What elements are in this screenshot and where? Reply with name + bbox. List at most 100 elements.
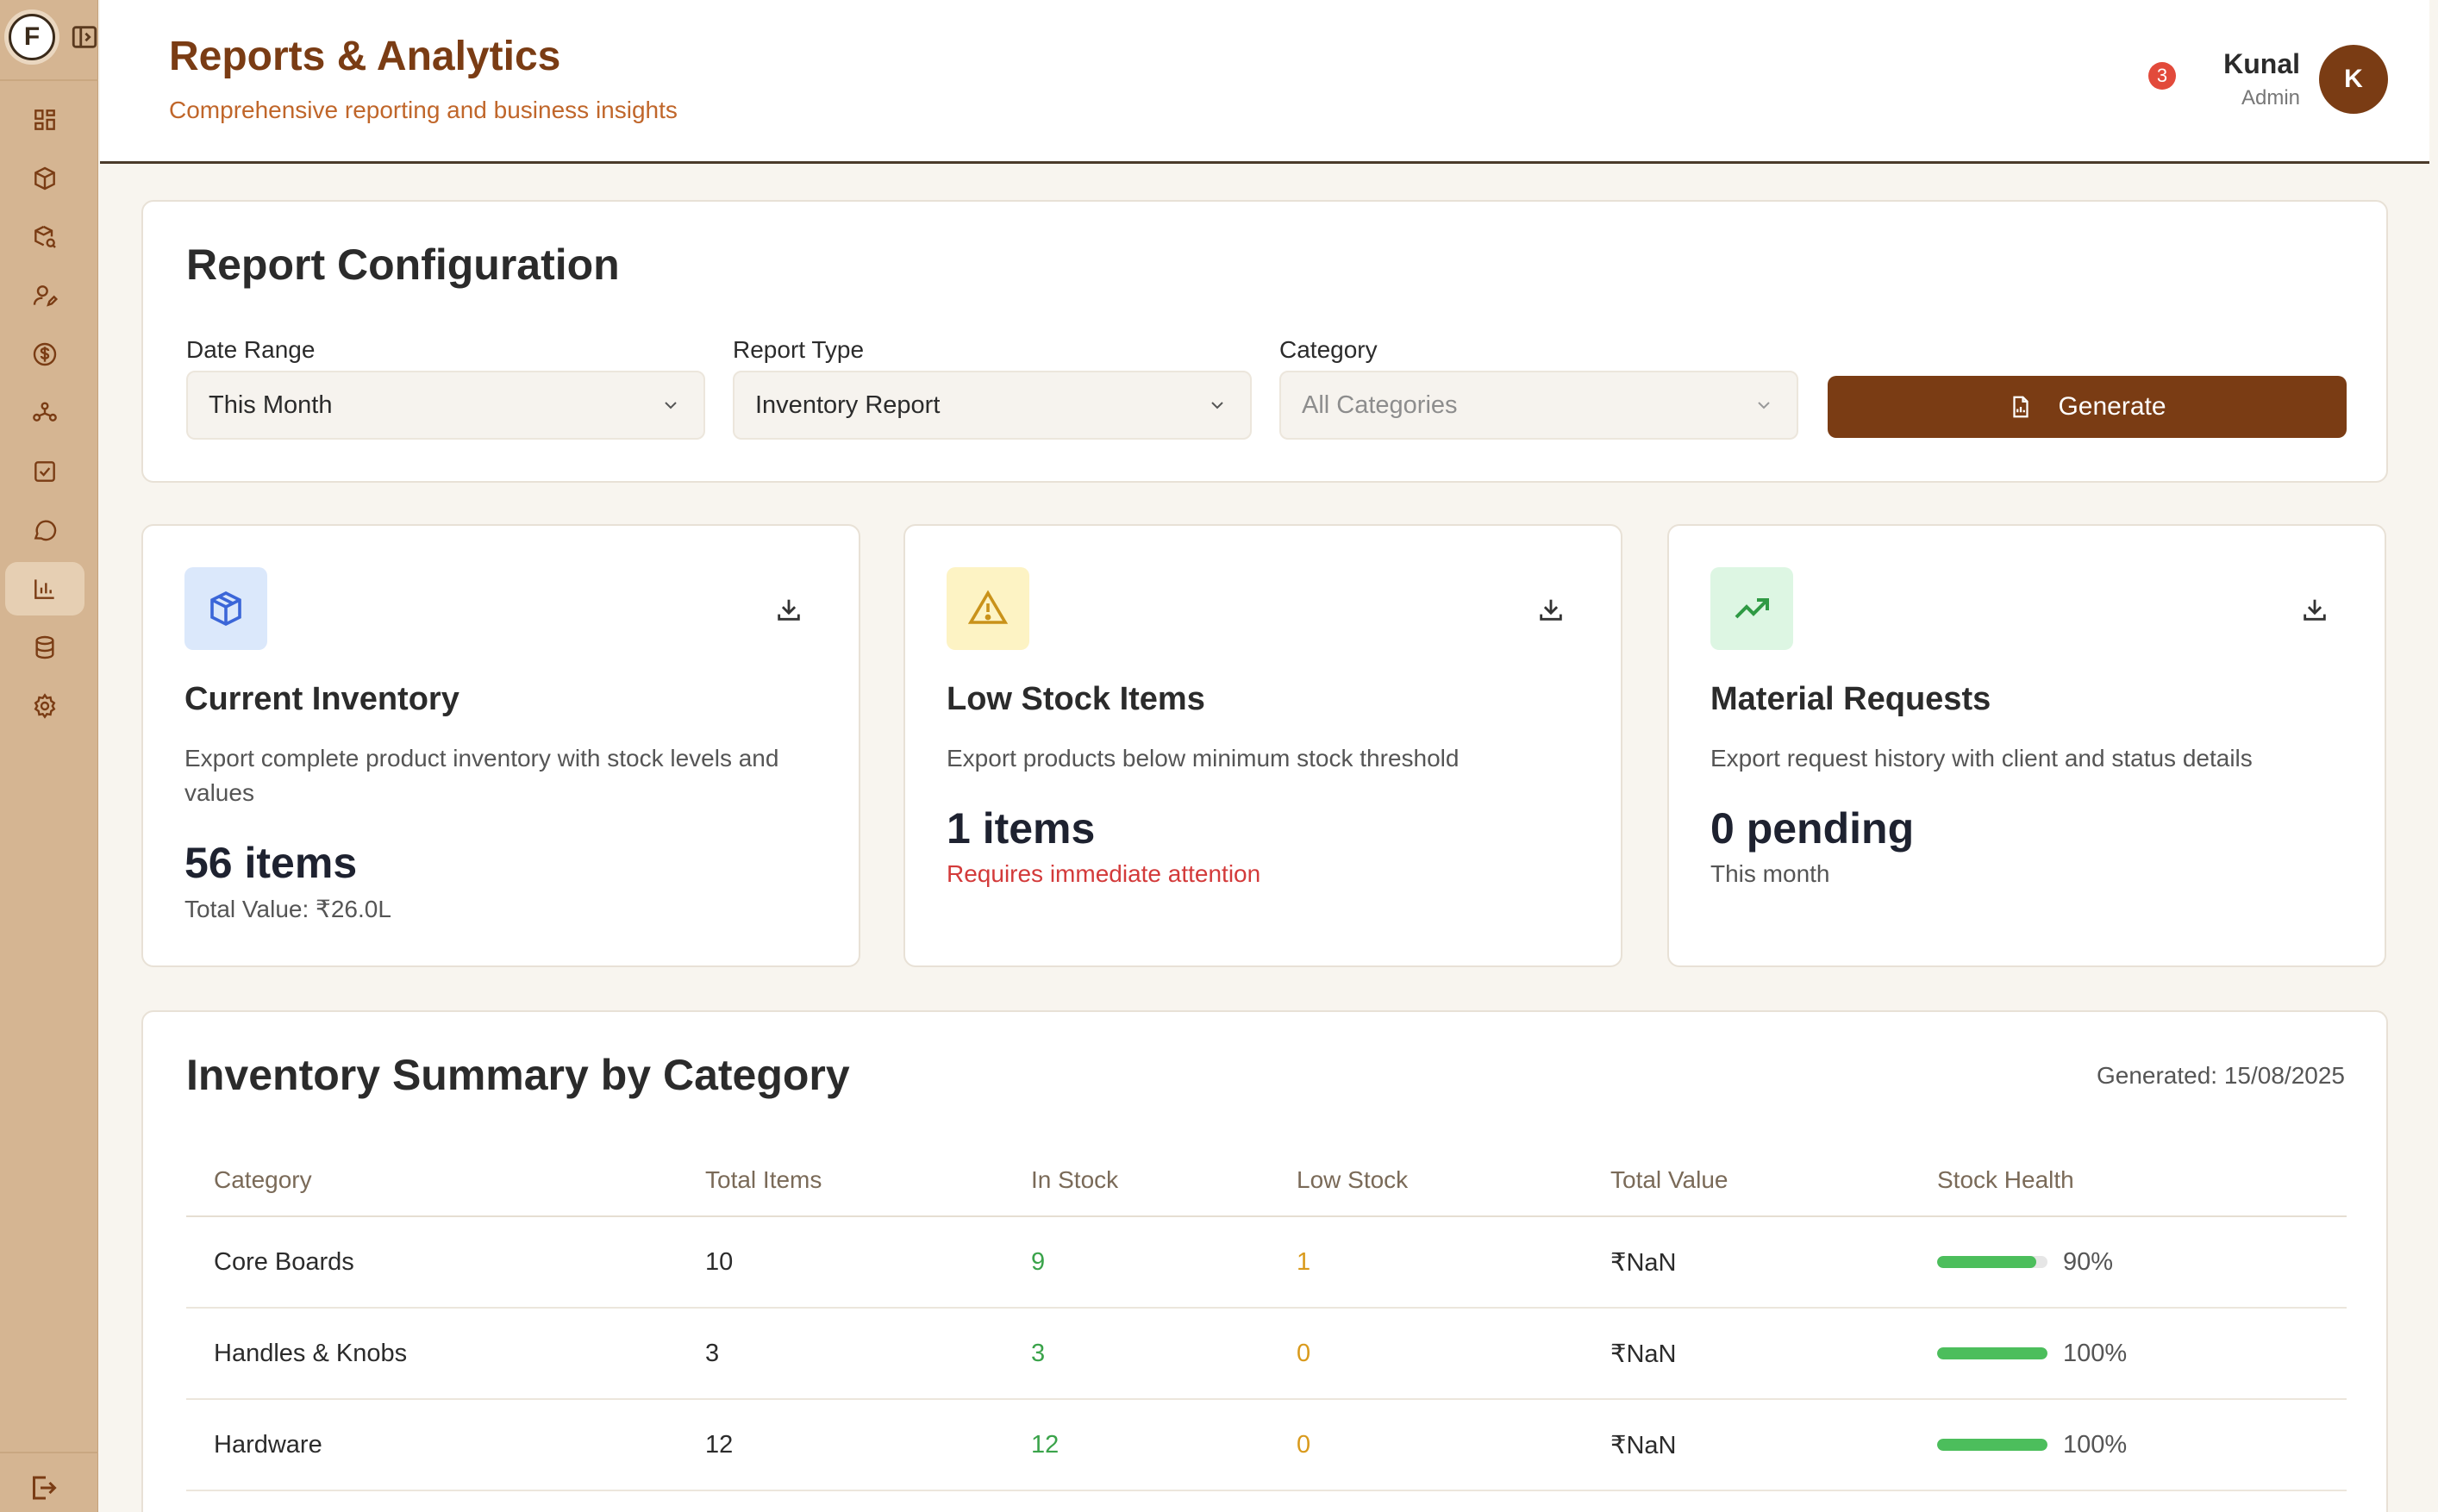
stat-icon-container <box>184 567 267 650</box>
category-cell: Handles & Knobs <box>214 1339 408 1367</box>
stock-health-cell: 90% <box>1937 1217 2113 1307</box>
sidebar-item-finance[interactable] <box>5 328 84 381</box>
stat-subtext: Requires immediate attention <box>947 860 1261 887</box>
inventory-summary-table: Category Total Items In Stock Low Stock … <box>186 1145 2347 1491</box>
total-value-cell: ₹NaN <box>1610 1340 1677 1368</box>
database-icon <box>35 635 54 659</box>
generate-button[interactable]: Generate <box>1828 376 2347 438</box>
sidebar-toggle-icon[interactable] <box>67 20 102 54</box>
low-stock-cell: 0 <box>1297 1430 1311 1459</box>
current-inventory-card: Current Inventory Export complete produc… <box>141 524 860 967</box>
sidebar-item-network[interactable] <box>5 386 84 440</box>
low-stock-cell: 0 <box>1297 1339 1311 1367</box>
table-row[interactable]: Hardware 12 12 0 ₹NaN 100% <box>186 1400 2347 1491</box>
table-row[interactable]: Core Boards 10 9 1 ₹NaN 90% <box>186 1217 2347 1309</box>
column-header: Total Value <box>1610 1166 1728 1193</box>
stat-value: 56 items <box>184 839 358 887</box>
stat-subtext: This month <box>1710 860 1830 887</box>
inventory-summary-card: Inventory Summary by Category Generated:… <box>141 1010 2388 1512</box>
stock-health-fill <box>1937 1256 2037 1268</box>
column-header: Low Stock <box>1297 1166 1409 1193</box>
date-range-label: Date Range <box>186 336 316 363</box>
sidebar-item-inventory[interactable] <box>5 210 84 264</box>
stock-health-percent: 100% <box>2063 1339 2128 1367</box>
chat-bubble-icon <box>34 520 57 541</box>
check-square-icon <box>34 461 55 482</box>
sidebar-item-settings[interactable] <box>5 679 84 733</box>
report-type-select[interactable]: Inventory Report <box>733 371 1252 440</box>
sidebar-item-messages[interactable] <box>5 503 84 557</box>
stat-description: Export complete product inventory with s… <box>184 745 779 806</box>
in-stock-cell: 12 <box>1031 1430 1060 1459</box>
stock-health-fill <box>1937 1347 2047 1359</box>
stat-title: Low Stock Items <box>947 681 1205 717</box>
box-icon <box>210 590 241 627</box>
total-items-cell: 12 <box>705 1430 734 1459</box>
stat-icon-container <box>1710 567 1793 650</box>
sidebar-item-database[interactable] <box>5 621 84 674</box>
summary-title: Inventory Summary by Category <box>186 1051 850 1099</box>
stat-description: Export products below minimum stock thre… <box>947 745 1460 772</box>
app-logo[interactable]: F <box>9 14 55 60</box>
user-role: Admin <box>2241 86 2300 109</box>
stock-health-fill <box>1937 1439 2047 1451</box>
report-type-value: Inventory Report <box>755 390 941 419</box>
stat-description: Export request history with client and s… <box>1710 745 2253 772</box>
user-name: Kunal <box>2223 48 2300 79</box>
dollar-circle-icon <box>33 342 57 366</box>
box-search-icon <box>34 225 56 248</box>
stat-value: 1 items <box>947 804 1096 853</box>
sidebar: F <box>0 0 98 1512</box>
gear-icon <box>34 693 56 719</box>
dashboard-grid-icon <box>34 109 55 130</box>
stat-icon-container <box>947 567 1029 650</box>
stat-subtext: Total Value: ₹26.0L <box>184 896 391 922</box>
category-label: Category <box>1279 336 1378 363</box>
column-header: Stock Health <box>1937 1166 2074 1193</box>
sidebar-divider <box>0 79 98 81</box>
column-header: Category <box>214 1166 312 1193</box>
stat-title: Material Requests <box>1710 681 1991 717</box>
stock-health-bar <box>1937 1347 2047 1359</box>
warning-icon <box>967 590 1009 624</box>
config-title: Report Configuration <box>186 241 620 289</box>
low-stock-cell: 1 <box>1297 1247 1311 1276</box>
in-stock-cell: 9 <box>1031 1247 1046 1276</box>
date-range-select[interactable]: This Month <box>186 371 705 440</box>
stock-health-percent: 90% <box>2063 1247 2114 1276</box>
sidebar-item-tasks[interactable] <box>5 445 84 498</box>
notification-badge[interactable]: 3 <box>2148 62 2176 90</box>
sidebar-item-reports[interactable] <box>5 562 84 615</box>
sidebar-item-products[interactable] <box>5 152 84 205</box>
sidebar-item-dashboard[interactable] <box>5 93 84 147</box>
generate-button-label: Generate <box>2058 392 2166 421</box>
chevron-down-icon <box>665 402 677 409</box>
column-header: In Stock <box>1031 1166 1119 1193</box>
sidebar-item-clients[interactable] <box>5 269 84 322</box>
table-row[interactable]: Handles & Knobs 3 3 0 ₹NaN 100% <box>186 1309 2347 1400</box>
report-type-label: Report Type <box>733 336 865 363</box>
download-icon[interactable] <box>2300 595 2329 624</box>
column-header: Total Items <box>705 1166 822 1193</box>
stock-health-cell: 100% <box>1937 1309 2127 1398</box>
sidebar-nav <box>5 93 84 738</box>
material-requests-card: Material Requests Export request history… <box>1667 524 2386 967</box>
network-icon <box>33 402 57 422</box>
category-cell: Hardware <box>214 1430 322 1459</box>
total-value-cell: ₹NaN <box>1610 1431 1677 1459</box>
page-subtitle: Comprehensive reporting and business ins… <box>169 97 678 123</box>
total-value-cell: ₹NaN <box>1610 1248 1677 1277</box>
bar-chart-icon <box>34 579 54 599</box>
user-edit-icon <box>33 285 59 307</box>
avatar[interactable]: K <box>2319 45 2388 114</box>
stat-title: Current Inventory <box>184 681 459 717</box>
download-icon[interactable] <box>1536 595 1566 624</box>
logout-icon[interactable] <box>28 1472 59 1503</box>
chevron-down-icon <box>1211 402 1223 409</box>
stock-health-bar <box>1937 1439 2047 1451</box>
stock-health-bar <box>1937 1256 2047 1268</box>
download-icon[interactable] <box>774 595 803 624</box>
category-select[interactable]: All Categories <box>1279 371 1798 440</box>
date-range-value: This Month <box>209 390 333 419</box>
total-items-cell: 10 <box>705 1247 734 1276</box>
